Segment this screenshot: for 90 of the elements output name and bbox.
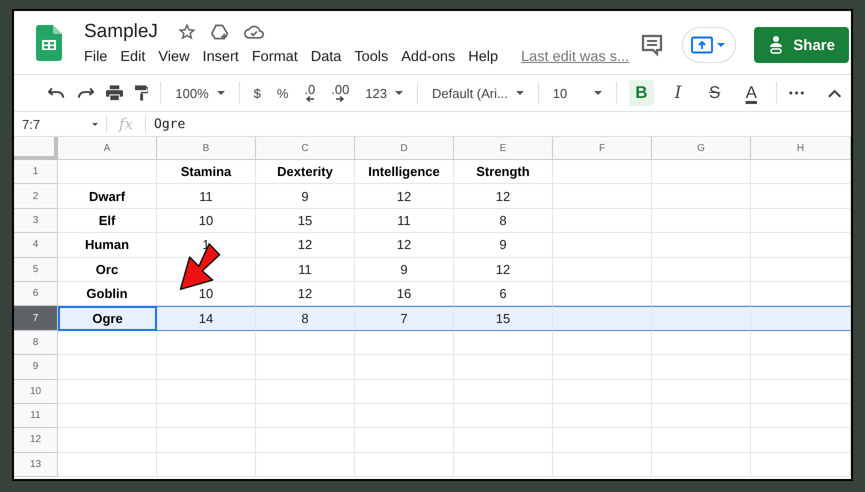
menu-item[interactable]: View [158, 49, 190, 65]
table-cell: Orc [58, 258, 157, 282]
table-cell: 8 [256, 306, 355, 331]
table-cell: Elf [58, 208, 157, 234]
menu-item[interactable]: Data [310, 49, 342, 65]
person-icon [768, 35, 784, 55]
table-cell: Human [58, 233, 157, 258]
row-header[interactable]: 10 [14, 380, 58, 404]
table-cell: 12 [355, 184, 454, 209]
table-cell: Stamina [157, 160, 256, 184]
row-header[interactable]: 6 [14, 282, 58, 306]
column-header[interactable]: H [751, 137, 851, 160]
currency-format-button[interactable]: $ [252, 84, 263, 102]
comment-icon[interactable] [640, 33, 664, 57]
increase-decimal-button[interactable]: .00 [329, 82, 352, 104]
row-header[interactable]: 13 [14, 452, 58, 478]
table-cell: 15 [256, 208, 355, 234]
menu-item[interactable]: Add-ons [401, 49, 456, 65]
table-cell: 11 [355, 208, 454, 234]
print-icon[interactable] [106, 85, 124, 101]
table-cell: 10 [157, 208, 256, 234]
column-header[interactable]: A [58, 137, 157, 160]
menu-item[interactable]: Tools [354, 49, 388, 65]
table-cell: 9 [256, 184, 355, 209]
percent-format-button[interactable]: % [274, 84, 290, 102]
paint-format-icon[interactable] [135, 85, 148, 101]
more-icon[interactable] [788, 91, 804, 95]
table-cell: 9 [454, 233, 553, 258]
column-header[interactable]: B [157, 137, 256, 160]
text-style-button[interactable]: B [629, 80, 654, 106]
table-cell: 12 [454, 258, 553, 282]
row-header[interactable]: 2 [14, 184, 58, 209]
present-icon [691, 36, 728, 54]
document-title[interactable]: SampleJ [84, 21, 158, 43]
table-cell: Ogre [58, 306, 157, 331]
formula-input[interactable]: Ogre [146, 116, 186, 132]
text-style-button[interactable]: I [666, 80, 690, 106]
table-cell: Dwarf [58, 184, 157, 209]
table-cell: 12 [454, 184, 553, 209]
table-cell: 12 [355, 233, 454, 258]
table-cell: 7 [355, 306, 454, 331]
table-cell: Strength [454, 160, 553, 184]
menu-item[interactable]: File [84, 49, 108, 65]
table-cell: 12 [256, 233, 355, 258]
row-header[interactable]: 11 [14, 404, 58, 428]
table-cell: Dexterity [256, 160, 355, 184]
row-header[interactable]: 8 [14, 330, 58, 356]
zoom-dropdown[interactable]: 100% [173, 84, 227, 102]
row-header[interactable]: 9 [14, 355, 58, 380]
menu-item[interactable]: Edit [120, 49, 146, 65]
sheets-logo-icon[interactable] [36, 25, 62, 61]
number-format-dropdown[interactable]: 123 [363, 84, 406, 102]
table-cell: 11 [256, 258, 355, 282]
present-button[interactable] [682, 27, 736, 63]
table-cell: 8 [454, 208, 553, 234]
redo-icon[interactable] [77, 86, 94, 100]
decrease-decimal-button[interactable]: .0 [302, 82, 318, 104]
table-cell: Intelligence [355, 160, 454, 184]
undo-icon[interactable] [48, 86, 66, 100]
function-label: fx [117, 115, 134, 133]
column-header[interactable]: E [454, 137, 553, 160]
column-header[interactable]: D [355, 137, 454, 160]
row-header[interactable]: 3 [14, 208, 58, 234]
column-header[interactable]: G [652, 137, 751, 160]
menu-item[interactable]: Help [468, 49, 498, 65]
right-arrow-icon [336, 96, 344, 102]
table-cell: 14 [157, 306, 256, 331]
table-cell: 11 [157, 184, 256, 209]
table-cell: 15 [454, 306, 553, 331]
font-dropdown[interactable]: Default (Ari... [430, 84, 526, 102]
column-header[interactable]: F [553, 137, 652, 160]
row-header[interactable]: 4 [14, 233, 58, 258]
font-size-dropdown[interactable]: 10 [550, 84, 604, 102]
left-arrow-icon [306, 96, 314, 102]
column-header[interactable]: C [256, 137, 355, 160]
table-cell: 9 [355, 258, 454, 282]
cloud-check-icon[interactable] [244, 24, 264, 40]
text-style-button[interactable]: S [702, 80, 727, 106]
row-header[interactable]: 1 [14, 160, 58, 184]
share-button[interactable]: Share [754, 27, 849, 63]
row-header[interactable]: 12 [14, 428, 58, 453]
menu-item[interactable]: Format [252, 49, 298, 65]
row-header[interactable]: 5 [14, 258, 58, 282]
menu-item[interactable]: Insert [202, 49, 239, 65]
text-style-button[interactable]: A [738, 80, 764, 106]
name-box[interactable]: 7:7 [14, 116, 106, 132]
collapse-chevron-icon[interactable] [828, 88, 841, 98]
last-edit-link[interactable]: Last edit was s... [521, 49, 630, 65]
row-header[interactable]: 7 [14, 306, 58, 331]
star-icon[interactable] [178, 23, 196, 41]
